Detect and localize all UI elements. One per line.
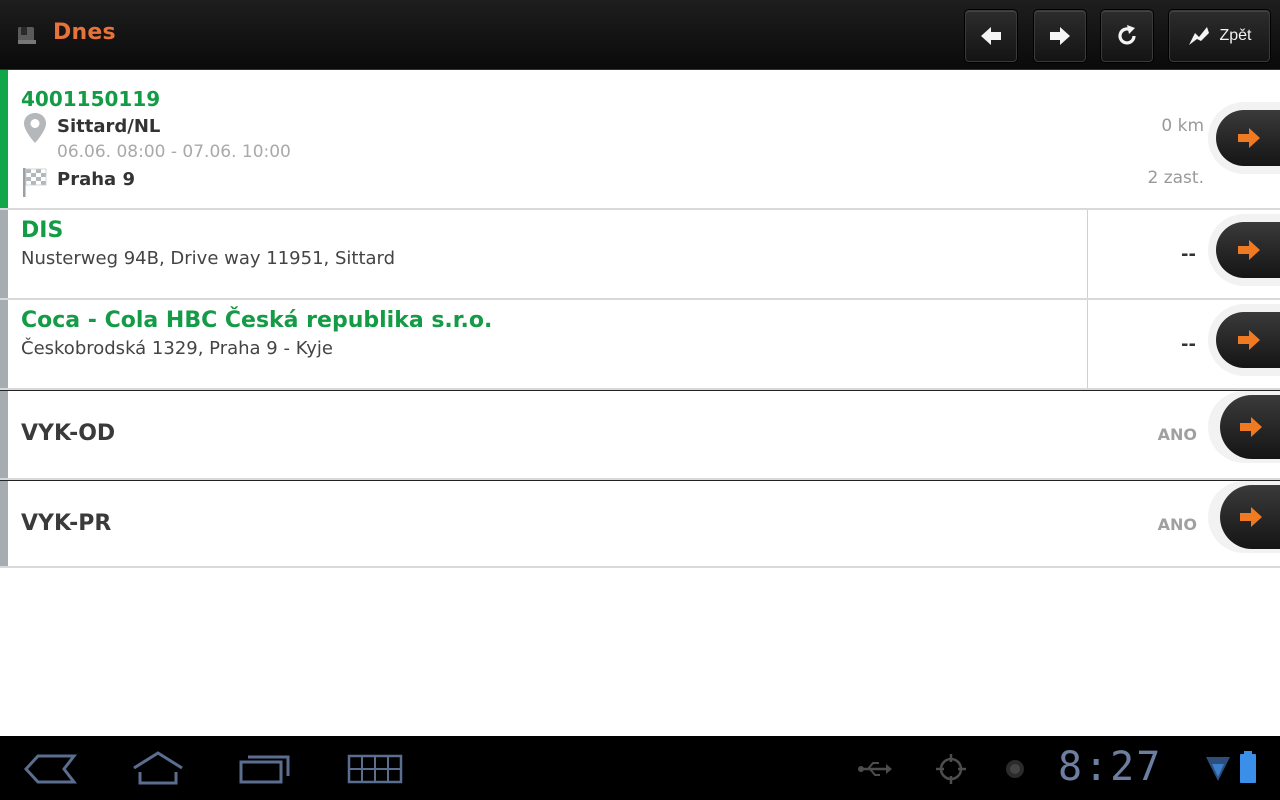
destination-city: Praha 9 <box>57 169 135 190</box>
return-icon <box>1189 27 1210 45</box>
status-stripe <box>0 481 8 566</box>
back-button[interactable]: Zpět <box>1169 10 1270 62</box>
stop-row[interactable]: DIS Nusterweg 94B, Drive way 11951, Sitt… <box>0 210 1280 300</box>
order-number: 4001150119 <box>21 87 161 111</box>
open-code-button[interactable] <box>1208 481 1280 553</box>
code-label: VYK-PR <box>21 511 112 536</box>
location-pin-icon <box>24 113 46 143</box>
back-nav-icon[interactable] <box>24 754 78 784</box>
divider <box>1087 300 1088 388</box>
previous-button[interactable] <box>965 10 1017 62</box>
apps-grid-icon[interactable] <box>347 754 403 784</box>
trip-list: 4001150119 Sittard/NL 06.06. 08:00 - 07.… <box>0 70 1280 568</box>
usb-icon <box>858 762 892 776</box>
status-stripe <box>0 210 8 298</box>
code-value: ANO <box>1157 515 1197 534</box>
open-route-button[interactable] <box>1208 102 1280 174</box>
code-row[interactable]: VYK-OD ANO <box>0 390 1280 480</box>
page-title: Dnes <box>53 20 116 45</box>
route-summary-row[interactable]: 4001150119 Sittard/NL 06.06. 08:00 - 07.… <box>0 70 1280 210</box>
refresh-icon <box>1118 25 1136 45</box>
stop-name: DIS <box>21 218 64 243</box>
time-window: 06.06. 08:00 - 07.06. 10:00 <box>57 142 291 162</box>
refresh-button[interactable] <box>1101 10 1153 62</box>
notification-dot-icon <box>1006 760 1024 778</box>
back-button-label: Zpět <box>1219 27 1252 44</box>
code-value: ANO <box>1157 425 1197 444</box>
battery-icon <box>1240 751 1256 783</box>
open-code-button[interactable] <box>1208 391 1280 463</box>
origin-city: Sittard/NL <box>57 116 161 137</box>
finish-flag-icon <box>23 168 47 197</box>
code-label: VYK-OD <box>21 421 116 446</box>
gps-icon <box>936 754 966 784</box>
status-stripe <box>0 70 8 208</box>
clock: 8:27 <box>1058 744 1163 790</box>
divider <box>1087 210 1088 298</box>
system-bar: 8:27 <box>0 736 1280 800</box>
action-bar: Dnes Zpět <box>0 0 1280 70</box>
open-stop-button[interactable] <box>1208 214 1280 286</box>
stop-name: Coca - Cola HBC Česká republika s.r.o. <box>21 308 493 333</box>
stop-address: Českobrodská 1329, Praha 9 - Kyje <box>21 338 333 359</box>
status-stripe <box>0 300 8 388</box>
stops-count: 2 zast. <box>1147 168 1205 188</box>
arrow-right-icon <box>1238 128 1260 148</box>
arrow-right-icon <box>1050 27 1070 45</box>
stop-value: -- <box>1181 334 1196 355</box>
distance-value: 0 km <box>1161 116 1204 136</box>
recent-apps-icon[interactable] <box>238 752 292 784</box>
arrow-right-icon <box>1238 330 1260 350</box>
home-nav-icon[interactable] <box>130 750 186 786</box>
next-button[interactable] <box>1034 10 1086 62</box>
stop-row[interactable]: Coca - Cola HBC Česká republika s.r.o. Č… <box>0 300 1280 390</box>
arrow-right-icon <box>1240 417 1262 437</box>
signal-icon <box>1206 757 1230 781</box>
arrow-right-icon <box>1240 507 1262 527</box>
app-icon <box>18 27 36 44</box>
stop-address: Nusterweg 94B, Drive way 11951, Sittard <box>21 248 396 269</box>
code-row[interactable]: VYK-PR ANO <box>0 480 1280 568</box>
arrow-left-icon <box>981 27 1001 45</box>
stop-value: -- <box>1181 244 1196 265</box>
arrow-right-icon <box>1238 240 1260 260</box>
open-stop-button[interactable] <box>1208 304 1280 376</box>
status-stripe <box>0 391 8 478</box>
